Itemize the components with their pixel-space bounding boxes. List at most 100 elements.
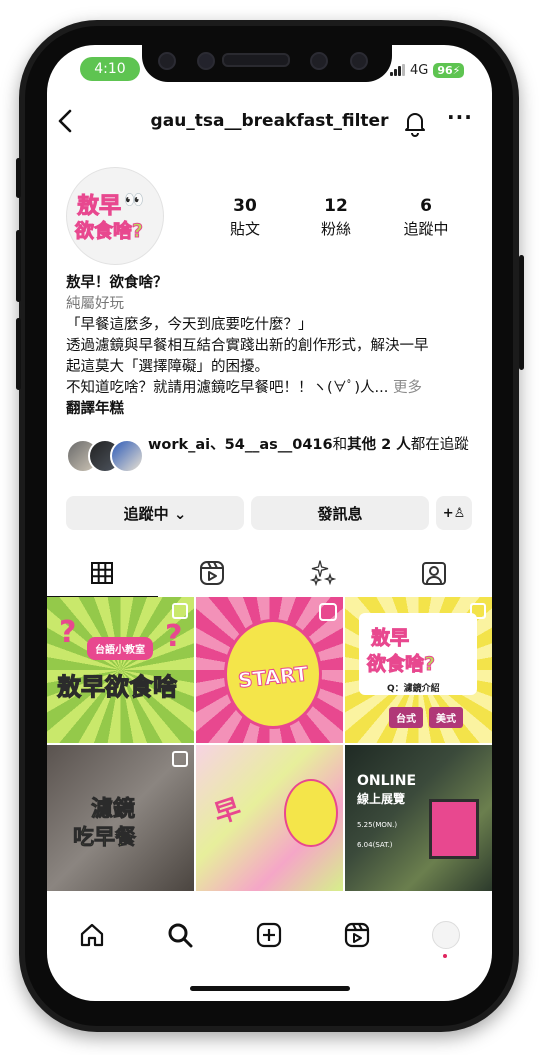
post-decoration: ? xyxy=(165,619,183,654)
bottom-nav xyxy=(47,910,492,960)
post-title: 濾鏡 xyxy=(91,797,136,823)
post-decoration: ? xyxy=(59,615,77,650)
bio-line: 「早餐這麼多，今天到底要吃什麼？」 xyxy=(66,317,313,333)
volume-up-button xyxy=(16,230,21,302)
notch xyxy=(142,44,392,82)
followed-by-connector: 和 xyxy=(332,437,348,453)
bio-name: 敖早！欲食啥？ xyxy=(66,275,168,291)
status-indicators: 4G 96⚡ xyxy=(390,60,465,80)
nav-home[interactable] xyxy=(77,920,107,950)
mute-switch xyxy=(16,158,21,198)
stat-value: 12 xyxy=(324,196,348,216)
post-subtitle: Q：濾鏡介紹 xyxy=(387,684,440,694)
bell-icon[interactable] xyxy=(402,109,428,137)
translate-link[interactable]: 翻譯年糕 xyxy=(66,399,476,420)
profile-avatar[interactable]: 敖早 👀 欲食啥? xyxy=(66,167,164,265)
status-time: 4:10 xyxy=(80,57,140,81)
stat-following[interactable]: 6 追蹤中 xyxy=(386,196,466,239)
grid-post[interactable]: ONLINE 線上展覽 5.25(MON.) 6.04(SAT.) xyxy=(345,745,492,891)
home-indicator[interactable] xyxy=(190,986,350,991)
post-date: 5.25(MON.) xyxy=(357,821,398,829)
search-icon xyxy=(168,923,193,948)
reel-icon xyxy=(319,603,337,621)
bio-category: 純屬好玩 xyxy=(66,296,124,312)
post-title: 敖早欲食啥 xyxy=(56,672,177,701)
more-options-icon[interactable]: ··· xyxy=(447,105,473,129)
power-button xyxy=(519,255,524,370)
stat-label: 追蹤中 xyxy=(403,220,449,238)
grid-post[interactable]: START xyxy=(196,597,343,743)
post-title: ONLINE xyxy=(357,773,417,789)
smiley-face xyxy=(284,779,338,847)
stat-posts[interactable]: 30 貼文 xyxy=(205,196,285,239)
reels-icon xyxy=(344,922,370,948)
bio-line: 起這莫大「選擇障礙」的困擾。 xyxy=(66,359,269,375)
reels-icon xyxy=(200,561,224,585)
followed-by-suffix: 都在追蹤 xyxy=(410,437,469,453)
tab-reels[interactable] xyxy=(197,558,227,588)
grid-icon xyxy=(91,562,113,584)
nav-reels[interactable] xyxy=(342,920,372,950)
profile-header: gau_tsa__breakfast_filter ··· xyxy=(47,105,492,141)
nav-profile[interactable] xyxy=(431,920,461,950)
following-button[interactable]: 追蹤中 ⌄ xyxy=(66,496,244,530)
tagged-user-icon xyxy=(422,562,446,585)
post-tag: 台式 xyxy=(389,707,423,728)
signal-icon xyxy=(390,64,405,76)
sensor-dot xyxy=(310,52,328,70)
framed-poster xyxy=(429,799,479,859)
bio-line: 透過濾鏡與早餐相互結合實踐出新的創作形式，解決一早 xyxy=(66,338,429,354)
earpiece-speaker xyxy=(222,53,290,67)
post-date: 6.04(SAT.) xyxy=(357,841,393,849)
message-button[interactable]: 發訊息 xyxy=(251,496,429,530)
tab-tagged[interactable] xyxy=(419,558,449,588)
bio-more-link[interactable]: 更多 xyxy=(388,380,422,396)
stat-value: 6 xyxy=(420,196,432,216)
sensor-dot xyxy=(350,52,368,70)
stat-label: 貼文 xyxy=(229,220,260,238)
post-title: 吃早餐 xyxy=(73,825,137,850)
front-camera xyxy=(197,52,215,70)
battery-level: 96 xyxy=(437,63,453,77)
profile-avatar-icon xyxy=(432,921,460,949)
post-title: 欲食啥? xyxy=(366,653,436,676)
carousel-icon xyxy=(172,751,188,767)
home-icon xyxy=(80,923,104,947)
carousel-icon xyxy=(172,603,188,619)
bio-line: 不知道吃啥？就請用濾鏡吃早餐吧！！ヽ(∀ﾟ)人... xyxy=(66,380,389,396)
followed-by-text: work_ai、54__as__0416和其他 2 人都在追蹤 xyxy=(148,435,478,455)
followed-by-names: work_ai、54__as__0416 xyxy=(148,437,333,453)
post-label: 早 xyxy=(210,793,245,831)
post-badge: 台語小教室 xyxy=(87,637,153,660)
eyes-icon: 👀 xyxy=(124,190,144,209)
grid-post[interactable]: 濾鏡 吃早餐 xyxy=(47,745,194,891)
nav-search[interactable] xyxy=(165,920,195,950)
grid-post[interactable]: 早 xyxy=(196,745,343,891)
volume-down-button xyxy=(16,318,21,390)
post-title: 線上展覽 xyxy=(357,792,406,806)
post-title: 敖早 xyxy=(370,627,410,650)
content-tabs xyxy=(47,552,492,597)
profile-bio: 敖早！欲食啥？ 純屬好玩 「早餐這麼多，今天到底要吃什麼？」 透過濾鏡與早餐相互… xyxy=(66,273,476,420)
stat-label: 粉絲 xyxy=(320,220,351,238)
sparkles-icon xyxy=(309,560,336,587)
sensor-dot xyxy=(158,52,176,70)
tab-effects[interactable] xyxy=(307,558,337,588)
posts-grid: ? ? 台語小教室 敖早欲食啥 START 敖早 欲食啥? Q：濾鏡介紹 台式 … xyxy=(47,597,492,891)
follower-avatar xyxy=(110,439,144,473)
nav-create[interactable] xyxy=(254,920,284,950)
network-type: 4G xyxy=(410,62,429,78)
post-tag: 美式 xyxy=(429,707,463,728)
grid-post[interactable]: ? ? 台語小教室 敖早欲食啥 xyxy=(47,597,194,743)
avatar-text-line2: 欲食啥? xyxy=(74,220,144,243)
add-user-button[interactable]: +♙ xyxy=(436,496,472,530)
grid-post[interactable]: 敖早 欲食啥? Q：濾鏡介紹 台式 美式 xyxy=(345,597,492,743)
stat-followers[interactable]: 12 粉絲 xyxy=(296,196,376,239)
plus-square-icon xyxy=(256,922,282,948)
followed-by-others: 其他 2 人 xyxy=(347,437,411,453)
followed-by[interactable]: work_ai、54__as__0416和其他 2 人都在追蹤 xyxy=(66,435,476,479)
battery-icon: 96⚡ xyxy=(433,62,465,78)
tab-grid[interactable] xyxy=(87,558,117,588)
stat-value: 30 xyxy=(233,196,257,216)
notification-dot xyxy=(443,954,447,958)
